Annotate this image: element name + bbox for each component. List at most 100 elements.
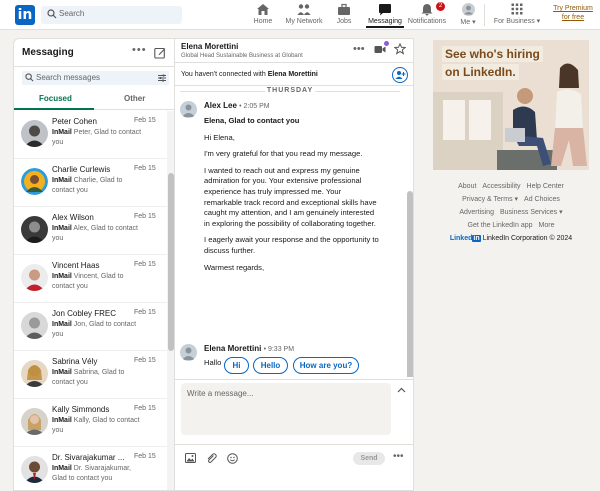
footer-link-about[interactable]: About [458, 183, 476, 190]
conversation-date: Feb 15 [134, 261, 156, 268]
nav-for-business-label: For Business ▾ [493, 18, 541, 25]
conversation-name: Dr. Sivarajakumar ... [52, 453, 125, 462]
quick-reply-hello[interactable]: Hello [253, 357, 288, 374]
nav-home[interactable]: Home [252, 3, 274, 25]
footer-link-accessibility[interactable]: Accessibility [482, 183, 520, 190]
nav-notifications[interactable]: 2 Notifications [407, 2, 447, 25]
footer-link-app[interactable]: Get the LinkedIn app [468, 222, 533, 229]
conversation-snippet: InMail Jon, Glad to contact you [52, 320, 142, 340]
conversation-panel: Elena Morettini Global Head Sustainable … [174, 38, 414, 491]
message-tabs: Focused Other [14, 90, 174, 110]
conversation-item[interactable]: Charlie Curlewis Feb 15 InMail Charlie, … [14, 159, 167, 207]
conversation-item[interactable]: Sabrina Vély Feb 15 InMail Sabrina, Glad… [14, 351, 167, 399]
conversation-snippet: InMail Sabrina, Glad to contact you [52, 368, 142, 388]
avatar [461, 3, 475, 16]
message-body: Elena, Glad to contact you Hi Elena, I'm… [204, 116, 379, 279]
messaging-list-panel: Messaging ••• Search messages Focused Ot… [13, 38, 174, 491]
star-icon[interactable] [394, 43, 406, 55]
footer-link-help-center[interactable]: Help Center [527, 183, 564, 190]
inmail-tag: InMail [52, 177, 72, 184]
nav-home-label: Home [253, 18, 273, 25]
more-options-icon[interactable]: ••• [132, 44, 147, 56]
nav-jobs-label: Jobs [336, 18, 352, 25]
copyright: Linkedin LinkedIn Corporation © 2024 [433, 235, 589, 242]
quick-replies: Hi Hello How are you? [175, 357, 413, 377]
quick-reply-how-are-you[interactable]: How are you? [293, 357, 359, 374]
compose-icon[interactable] [154, 47, 166, 59]
nav-messaging[interactable]: Messaging [366, 3, 404, 28]
video-call-icon[interactable] [374, 45, 386, 54]
composer-toolbar: Send ••• [175, 444, 413, 468]
send-button[interactable]: Send [353, 452, 385, 465]
conversation-item[interactable]: Dr. Sivarajakumar ... Feb 15 InMail Dr. … [14, 447, 167, 490]
tab-other[interactable]: Other [124, 94, 145, 103]
global-search-input[interactable]: Search [41, 6, 182, 24]
conversation-date: Feb 15 [134, 405, 156, 412]
search-messages-placeholder: Search messages [36, 73, 101, 82]
footer-row: Get the LinkedIn app More [433, 219, 589, 232]
message-time: • 9:33 PM [263, 346, 295, 353]
home-icon [257, 4, 269, 15]
avatar [21, 456, 48, 483]
search-messages-input[interactable]: Search messages [22, 71, 169, 85]
image-icon[interactable] [185, 453, 196, 463]
avatar [21, 120, 48, 147]
conversation-snippet: InMail Peter, Glad to contact you [52, 128, 142, 148]
nav-me[interactable]: Me ▾ [456, 3, 480, 26]
footer-link-advertising[interactable]: Advertising [459, 209, 494, 216]
conversation-snippet: InMail Kally, Glad to contact you [52, 416, 142, 436]
conversation-name: Charlie Curlewis [52, 165, 111, 174]
try-premium-link[interactable]: Try Premium for free [551, 4, 595, 22]
conversation-name: Sabrina Vély [52, 357, 98, 366]
inmail-tag: InMail [52, 273, 72, 280]
more-options-icon[interactable]: ••• [393, 451, 404, 462]
nav-for-business[interactable]: For Business ▾ [493, 3, 541, 25]
conversation-name: Vincent Haas [52, 261, 100, 270]
footer-links: About Accessibility Help Center Privacy & … [433, 180, 589, 232]
message-sender: Alex Lee • 2:05 PM [204, 101, 270, 110]
conversation-name: Kally Simmonds [52, 405, 110, 414]
filter-icon[interactable] [158, 74, 166, 82]
conversation-item[interactable]: Vincent Haas Feb 15 InMail Vincent, Glad… [14, 255, 167, 303]
nav-jobs[interactable]: Jobs [333, 3, 355, 25]
linkedin-logo[interactable]: in [15, 5, 35, 25]
conversation-item[interactable]: Peter Cohen Feb 15 InMail Peter, Glad to… [14, 111, 167, 159]
more-options-icon[interactable]: ••• [353, 43, 365, 55]
conversation-item[interactable]: Jon Cobley FREC Feb 15 InMail Jon, Glad … [14, 303, 167, 351]
search-icon [47, 9, 57, 19]
thread-scrollbar[interactable] [407, 191, 413, 377]
message-input[interactable]: Write a message... [181, 383, 391, 435]
conversation-date: Feb 15 [134, 309, 156, 316]
avatar [21, 360, 48, 387]
connection-notice: You haven't connected with Elena Moretti… [175, 64, 413, 86]
contact-name[interactable]: Elena Morettini [181, 42, 238, 51]
sender-name: Elena Morettini [204, 344, 262, 353]
ad-headline-line2: on LinkedIn. [442, 64, 519, 80]
footer-link-ad-choices[interactable]: Ad Choices [524, 196, 560, 203]
conversation-list-scrollbar[interactable] [167, 111, 174, 490]
nav-my-network-label: My Network [285, 18, 323, 25]
footer-link-more[interactable]: More [539, 222, 555, 229]
attachment-icon[interactable] [206, 453, 217, 464]
message-sender: Elena Morettini • 9:33 PM [204, 344, 294, 353]
emoji-icon[interactable] [227, 453, 238, 464]
active-tab-indicator [14, 108, 94, 110]
conversation-date: Feb 15 [134, 213, 156, 220]
conversation-item[interactable]: Kally Simmonds Feb 15 InMail Kally, Glad… [14, 399, 167, 447]
brand-in-box: in [472, 235, 481, 242]
hiring-ad[interactable]: See who's hiring on LinkedIn. [433, 40, 589, 170]
copyright-text: LinkedIn Corporation © 2024 [482, 235, 573, 242]
connect-button[interactable] [392, 67, 408, 83]
conversation-date: Feb 15 [134, 165, 156, 172]
footer-link-privacy[interactable]: Privacy & Terms ▾ [462, 196, 518, 203]
conversation-item[interactable]: Alex Wilson Feb 15 InMail Alex, Glad to … [14, 207, 167, 255]
quick-reply-hi[interactable]: Hi [224, 357, 249, 374]
nav-my-network[interactable]: My Network [283, 3, 325, 25]
chevron-up-icon[interactable] [397, 387, 406, 393]
footer-row: Privacy & Terms ▾ Ad Choices [433, 193, 589, 206]
footer-link-business-services[interactable]: Business Services ▾ [500, 209, 563, 216]
day-divider: THURSDAY [175, 87, 405, 94]
nav-messaging-label: Messaging [368, 18, 402, 25]
avatar [21, 264, 48, 291]
tab-focused[interactable]: Focused [39, 94, 72, 103]
